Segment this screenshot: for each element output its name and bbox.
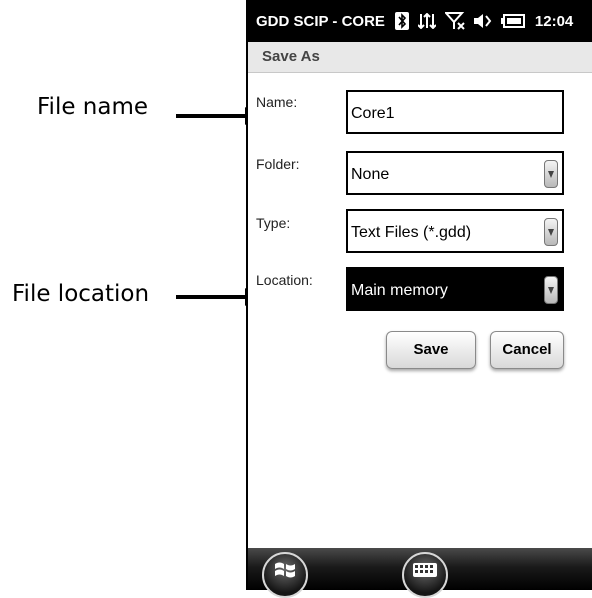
status-icons	[394, 12, 525, 30]
windows-start-icon[interactable]	[262, 552, 308, 598]
type-dropdown[interactable]: Text Files (*.gdd)	[346, 209, 564, 253]
keyboard-icon[interactable]	[402, 552, 448, 598]
save-button[interactable]: Save	[386, 331, 476, 369]
battery-icon	[500, 14, 525, 28]
cancel-button[interactable]: Cancel	[490, 331, 564, 369]
folder-dropdown[interactable]: None	[346, 151, 564, 195]
no-signal-icon	[444, 12, 465, 30]
name-value: Core1	[351, 105, 395, 122]
folder-dropdown-arrow-icon[interactable]	[544, 160, 558, 188]
location-label: Location:	[256, 272, 313, 288]
location-dropdown-arrow-icon[interactable]	[544, 276, 558, 304]
name-label: Name:	[256, 94, 298, 110]
type-value: Text Files (*.gdd)	[351, 224, 472, 241]
taskbar	[248, 548, 592, 598]
file-name-callout: File name	[37, 94, 149, 120]
location-value: Main memory	[351, 282, 448, 299]
status-bar: GDD SCIP - CORE 12:04	[248, 0, 592, 42]
type-label: Type:	[256, 215, 291, 231]
folder-label: Folder:	[256, 156, 300, 172]
data-transfer-icon	[417, 13, 436, 29]
screen-title: Save As	[262, 48, 320, 65]
file-name-arrow	[176, 107, 258, 125]
screen-title-bar: Save As	[248, 42, 592, 73]
clock: 12:04	[534, 12, 574, 30]
folder-value: None	[351, 166, 390, 183]
location-dropdown[interactable]: Main memory	[346, 267, 564, 311]
type-dropdown-arrow-icon[interactable]	[544, 218, 558, 246]
device-screen: GDD SCIP - CORE 12:04 Save As Name: Core…	[246, 0, 592, 598]
file-location-callout: File location	[12, 281, 150, 307]
volume-muted-icon	[473, 13, 492, 29]
app-title: GDD SCIP - CORE	[256, 12, 385, 30]
bluetooth-icon	[394, 12, 409, 30]
name-field[interactable]: Core1	[346, 90, 564, 134]
file-location-arrow	[176, 288, 258, 306]
